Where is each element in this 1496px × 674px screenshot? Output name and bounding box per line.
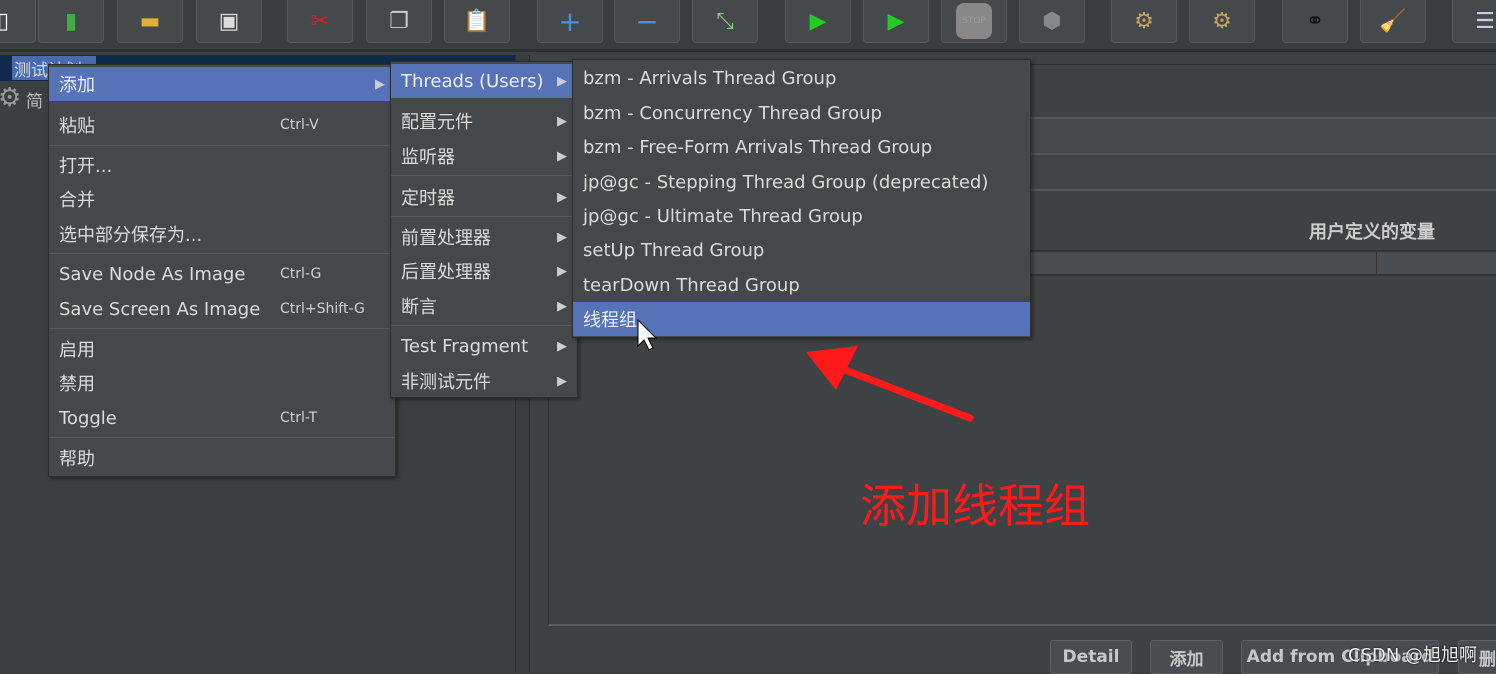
annotation-arrow — [637, 318, 974, 422]
mouse-cursor-icon — [637, 318, 658, 351]
annotation-text: 添加线程组 — [860, 479, 1090, 533]
watermark: CSDN @旭旭啊 — [1348, 645, 1478, 666]
